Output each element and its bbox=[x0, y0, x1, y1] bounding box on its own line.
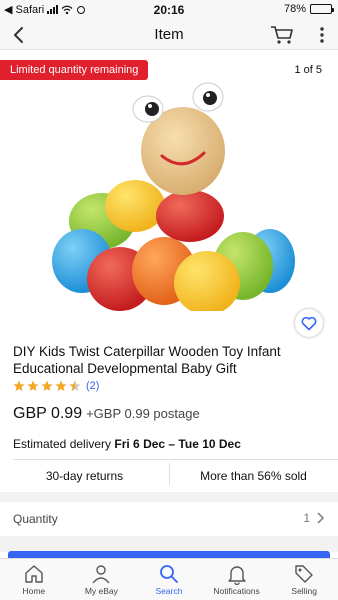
person-icon bbox=[92, 565, 110, 584]
tab-label: Notifications bbox=[213, 586, 260, 596]
nav-bar: Item bbox=[0, 20, 338, 50]
estimated-delivery: Estimated delivery Fri 6 Dec – Tue 10 De… bbox=[13, 437, 241, 451]
sold-info: More than 56% sold bbox=[200, 469, 307, 483]
chevron-right-icon bbox=[317, 512, 324, 524]
star-icon bbox=[41, 380, 53, 391]
more-vertical-icon[interactable] bbox=[316, 24, 328, 46]
half-star-icon bbox=[69, 380, 81, 391]
divider bbox=[13, 459, 338, 460]
home-icon bbox=[25, 565, 43, 583]
section-gap bbox=[0, 536, 338, 552]
tab-label: Home bbox=[22, 586, 46, 596]
search-icon bbox=[160, 565, 178, 583]
star-icon bbox=[27, 380, 39, 391]
cart-icon[interactable] bbox=[270, 24, 294, 46]
quantity-label: Quantity bbox=[13, 512, 58, 526]
tab-my-ebay[interactable]: My eBay bbox=[68, 559, 136, 600]
limited-quantity-badge: Limited quantity remaining bbox=[0, 60, 149, 80]
heart-icon bbox=[301, 316, 317, 330]
tab-home[interactable]: Home bbox=[0, 559, 68, 600]
watch-button[interactable] bbox=[295, 309, 323, 337]
star-icon bbox=[55, 380, 67, 391]
tab-label: Selling bbox=[291, 586, 317, 596]
tab-label: Search bbox=[155, 586, 183, 596]
delivery-dates: Fri 6 Dec – Tue 10 Dec bbox=[114, 437, 241, 451]
image-counter: 1 of 5 bbox=[294, 64, 322, 76]
product-image[interactable] bbox=[40, 61, 300, 311]
tag-icon bbox=[295, 565, 313, 583]
status-bar: ◀ Safari 20:16 78% bbox=[0, 0, 338, 20]
tab-notifications[interactable]: Notifications bbox=[203, 559, 271, 600]
tab-label: My eBay bbox=[84, 586, 118, 596]
image-gallery[interactable]: Limited quantity remaining 1 of 5 bbox=[0, 51, 338, 339]
section-gap bbox=[0, 492, 338, 502]
postage-price: +GBP 0.99 postage bbox=[86, 406, 200, 421]
rating-count-link[interactable]: (2) bbox=[86, 380, 99, 392]
battery-percent: 78% bbox=[283, 3, 306, 15]
delivery-label: Estimated delivery bbox=[13, 437, 112, 451]
bell-icon bbox=[227, 566, 246, 585]
star-icon bbox=[13, 380, 25, 391]
status-right: 78% bbox=[283, 3, 334, 15]
rating[interactable]: (2) bbox=[13, 380, 99, 392]
price-row: GBP 0.99 +GBP 0.99 postage bbox=[13, 405, 200, 423]
quantity-value: 1 bbox=[303, 511, 310, 525]
quantity-value-group: 1 bbox=[303, 511, 324, 525]
battery-icon bbox=[310, 4, 334, 14]
tab-search[interactable]: Search bbox=[135, 559, 203, 600]
quantity-row[interactable]: Quantity 1 bbox=[0, 502, 338, 536]
price: GBP 0.99 bbox=[13, 405, 83, 422]
tab-selling[interactable]: Selling bbox=[270, 559, 338, 600]
listing-title: DIY Kids Twist Caterpillar Wooden Toy In… bbox=[13, 344, 281, 376]
returns-info[interactable]: 30-day returns bbox=[0, 469, 169, 483]
tab-bar: Home My eBay Search Notifications Sellin… bbox=[0, 558, 338, 600]
